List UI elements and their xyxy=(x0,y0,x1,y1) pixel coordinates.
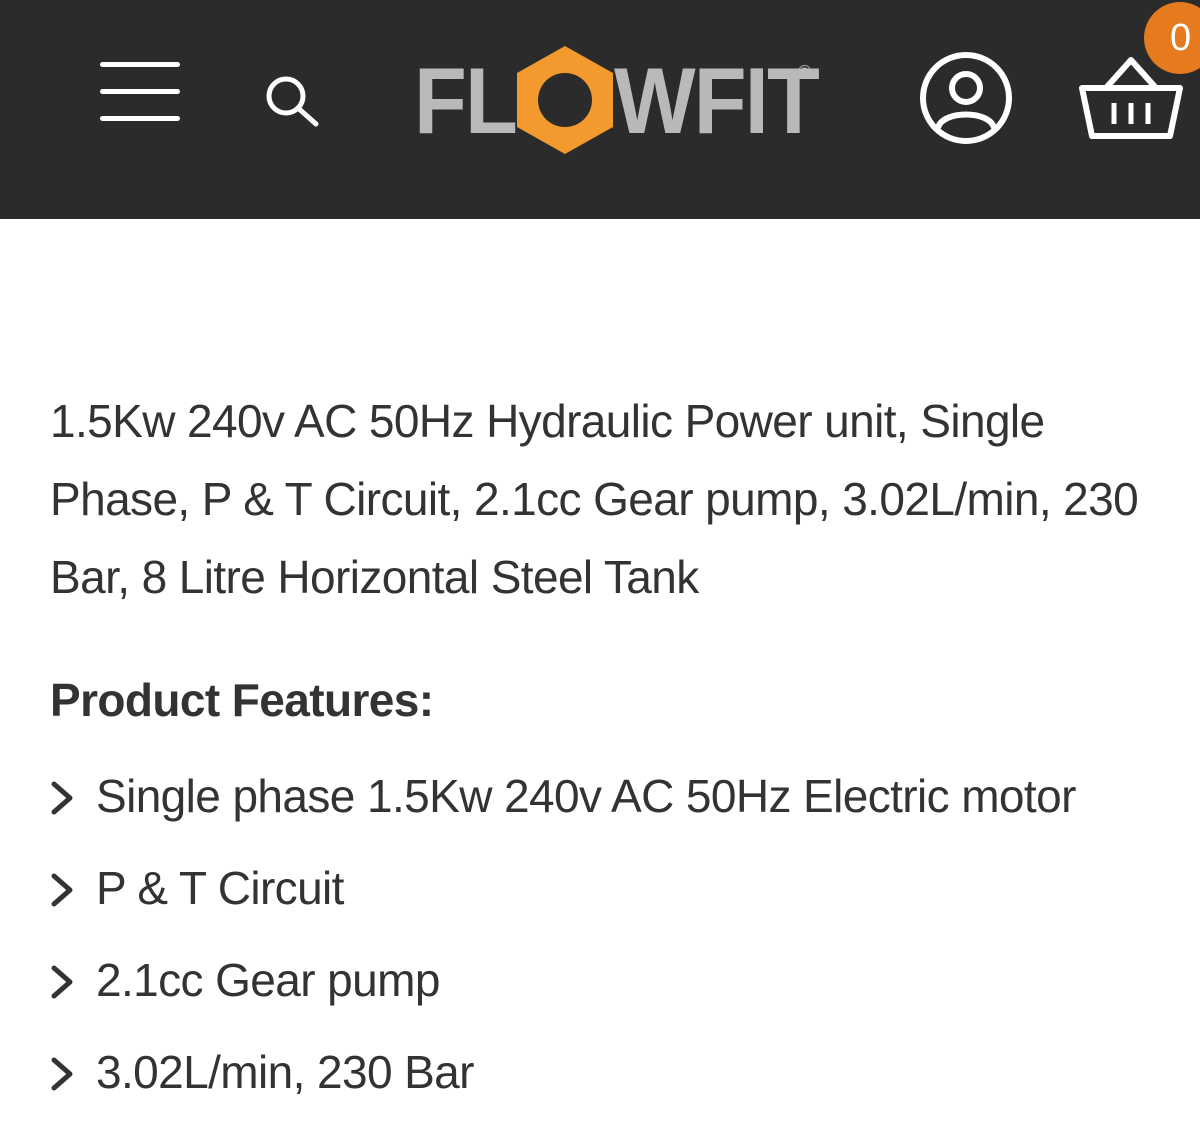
chevron-right-icon xyxy=(51,965,73,999)
chevron-right-icon xyxy=(51,1057,73,1091)
feature-item: Single phase 1.5Kw 240v AC 50Hz Electric… xyxy=(48,760,1188,852)
chevron-right-icon xyxy=(51,873,73,907)
logo-registered-mark: ® xyxy=(798,62,812,82)
user-account-icon[interactable] xyxy=(918,50,1014,146)
logo-hex-nut-icon xyxy=(517,46,613,154)
feature-text: P & T Circuit xyxy=(96,862,344,914)
site-header: FL WFIT ® 0 xyxy=(0,0,1200,219)
product-description: 1.5Kw 240v AC 50Hz Hydraulic Power unit,… xyxy=(50,395,1139,603)
features-list: Single phase 1.5Kw 240v AC 50Hz Electric… xyxy=(48,760,1188,1128)
flowfit-logo[interactable]: FL WFIT ® xyxy=(410,36,830,156)
search-icon[interactable] xyxy=(262,72,322,128)
feature-text: Single phase 1.5Kw 240v AC 50Hz Electric… xyxy=(96,770,1076,822)
feature-text: 2.1cc Gear pump xyxy=(96,954,440,1006)
logo-text-fl: FL xyxy=(414,48,518,153)
feature-text: 3.02L/min, 230 Bar xyxy=(96,1046,474,1098)
feature-item: 2.1cc Gear pump xyxy=(48,944,1188,1036)
hamburger-menu-icon[interactable] xyxy=(100,60,182,122)
chevron-right-icon xyxy=(51,781,73,815)
feature-item: 3.02L/min, 230 Bar xyxy=(48,1036,1188,1128)
logo-text-wfit: WFIT xyxy=(614,48,820,153)
feature-item: P & T Circuit xyxy=(48,852,1188,944)
features-heading: Product Features: xyxy=(50,674,434,726)
